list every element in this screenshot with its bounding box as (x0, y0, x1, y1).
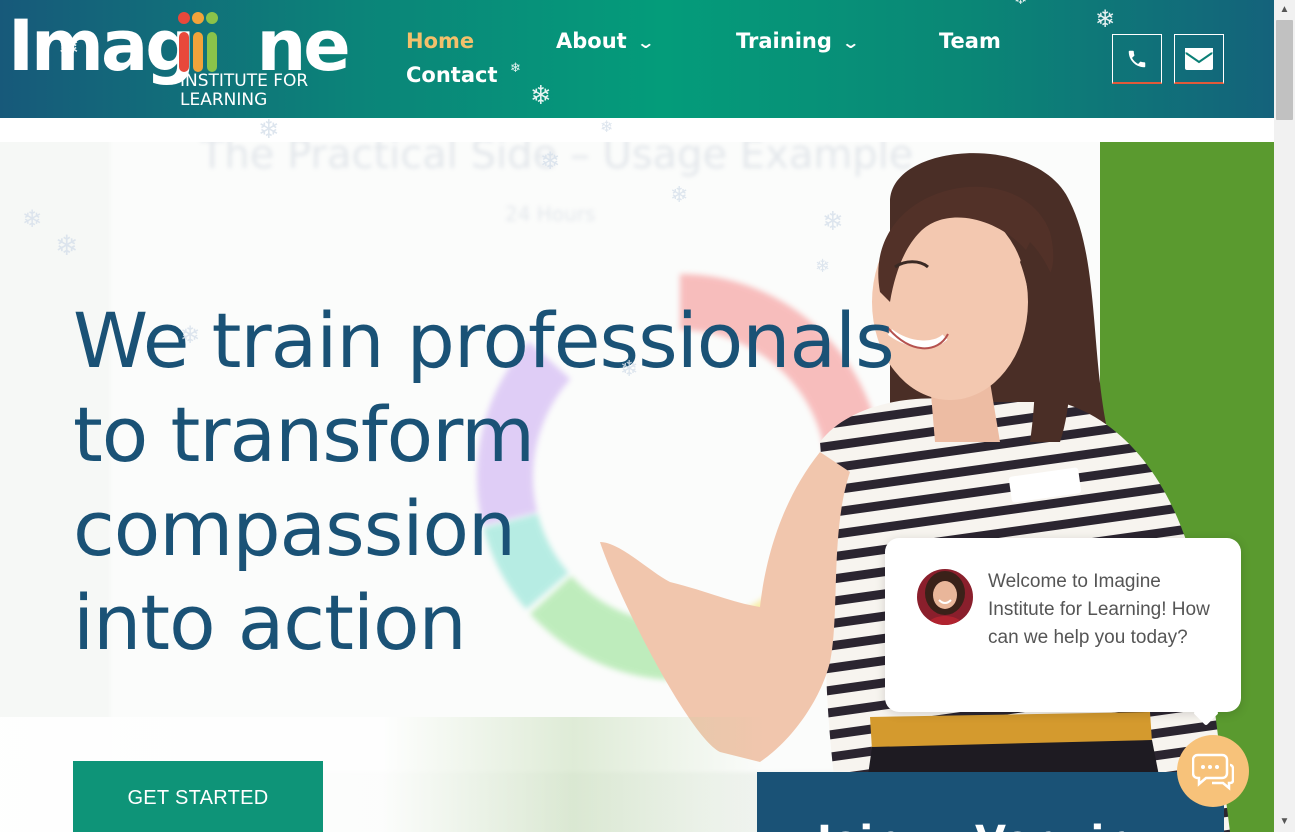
headline-line-3: compassion (73, 484, 516, 573)
chat-bubbles-icon (1192, 753, 1234, 791)
scrollbar-thumb[interactable] (1276, 20, 1293, 120)
chevron-down-icon: ⌄ (636, 33, 655, 52)
logo-ii-mark (176, 10, 220, 80)
get-started-button[interactable]: GET STARTED (73, 761, 323, 832)
phone-icon (1128, 50, 1146, 67)
page-scrollbar[interactable] (1274, 0, 1295, 832)
snowflake-icon: ❄ (258, 114, 280, 144)
nav-contact[interactable]: Contact (406, 63, 498, 87)
nav-team[interactable]: Team (939, 29, 1001, 53)
agent-avatar (917, 569, 973, 625)
nav-team-label: Team (939, 29, 1001, 53)
logo-subtitle: INSTITUTE FOR LEARNING (180, 71, 309, 110)
join-card: Join ... Ver...ir... (757, 772, 1224, 832)
nav-about[interactable]: About ⌄ (556, 29, 655, 53)
chat-welcome-message: Welcome to Imagine Institute for Learnin… (988, 571, 1210, 648)
phone-button[interactable] (1112, 34, 1162, 84)
hero-headline: We train professionals to transform comp… (73, 294, 895, 670)
scroll-down-arrow[interactable]: ▼ (1278, 816, 1291, 827)
snowflake-icon: ❄ (600, 119, 614, 136)
chevron-down-icon: ⌄ (841, 33, 860, 52)
scroll-up-arrow[interactable]: ▲ (1278, 4, 1291, 15)
background-slide-subtitle: 24 Hours (505, 202, 596, 226)
nav-training[interactable]: Training ⌄ (736, 29, 860, 53)
nav-contact-label: Contact (406, 63, 498, 87)
email-button[interactable] (1174, 34, 1224, 84)
chat-launcher-button[interactable] (1177, 735, 1249, 807)
nav-about-label: About (556, 29, 627, 53)
chat-welcome-popup[interactable]: Welcome to Imagine Institute for Learnin… (885, 538, 1241, 712)
nav-home-label: Home (406, 29, 475, 53)
headline-line-4: into action (73, 578, 467, 667)
envelope-icon (1185, 47, 1213, 70)
nav-training-label: Training (736, 29, 832, 53)
site-header: Imag ne INSTITUTE FOR LEARNING Home Abou… (0, 0, 1274, 118)
headline-line-2: to transform (73, 390, 535, 479)
hero-section: The Practical Side – Usage Example 24 Ho… (0, 142, 1274, 832)
join-card-heading: Join ... Ver...ir... (817, 818, 1164, 832)
nav-home[interactable]: Home (406, 29, 474, 53)
site-logo[interactable]: Imag ne INSTITUTE FOR LEARNING (8, 6, 351, 112)
headline-line-1: We train professionals (73, 296, 895, 385)
